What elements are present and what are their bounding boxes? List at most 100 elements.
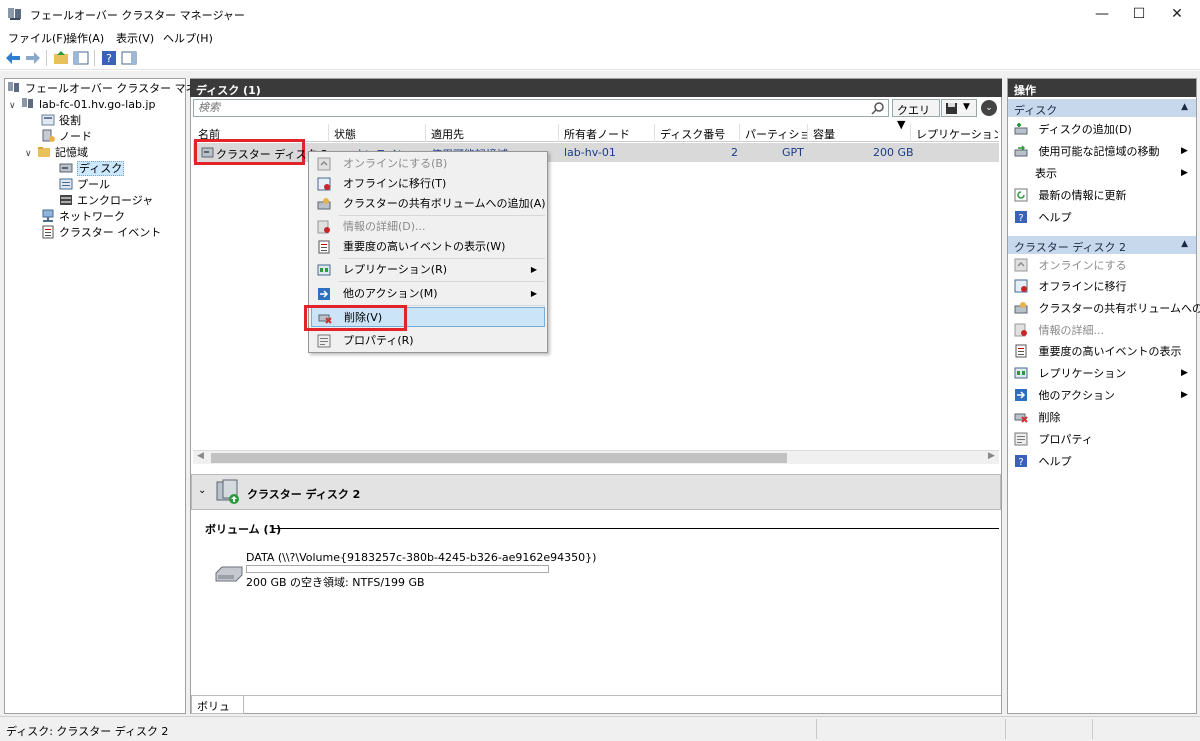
action-more-actions[interactable]: 他のアクション bbox=[1014, 387, 1115, 405]
action-help[interactable]: ? ヘルプ bbox=[1014, 209, 1072, 227]
volume-name[interactable]: DATA (\\?\Volume{9183257c-380b-4245-b326… bbox=[246, 551, 596, 564]
add-to-csv-icon bbox=[1014, 302, 1028, 314]
collapse-chevron-icon[interactable]: ⌄ bbox=[198, 485, 206, 496]
storage-folder-icon bbox=[38, 147, 50, 157]
take-offline-icon bbox=[317, 177, 331, 191]
action-refresh[interactable]: 最新の情報に更新 bbox=[1014, 187, 1127, 205]
column-header-replication[interactable]: レプリケーションの… bbox=[916, 126, 998, 142]
tree-item-nodes[interactable]: ノード bbox=[41, 129, 92, 145]
action-delete[interactable]: 削除 bbox=[1014, 409, 1061, 427]
action-add-disk[interactable]: ディスクの追加(D) bbox=[1014, 121, 1132, 139]
scroll-left-icon[interactable]: ◀ bbox=[197, 451, 204, 461]
collapse-caret-icon[interactable]: ▲ bbox=[1181, 239, 1188, 249]
column-header-partition[interactable]: パーティショ… bbox=[745, 126, 807, 142]
menu-view[interactable]: 表示(V) bbox=[116, 30, 154, 46]
cluster-disk-icon bbox=[216, 479, 239, 504]
query-button[interactable]: クエリ ▼ bbox=[892, 99, 940, 131]
column-separator bbox=[425, 124, 426, 142]
action-bring-online[interactable]: オンラインにする bbox=[1014, 257, 1127, 275]
action-details[interactable]: 情報の詳細... bbox=[1014, 322, 1104, 340]
disks-pane-header: ディスク (1) bbox=[190, 79, 1002, 97]
action-label: レプリケーション bbox=[1038, 367, 1127, 380]
search-input[interactable] bbox=[193, 99, 889, 117]
column-header-applies-to[interactable]: 適用先 bbox=[431, 126, 557, 142]
back-arrow-icon[interactable] bbox=[4, 49, 22, 67]
action-label: 情報の詳細... bbox=[1038, 324, 1105, 337]
tree-item-storage[interactable]: ∨ 記憶域 bbox=[25, 145, 88, 161]
search-bar: クエリ ▼ ▼ ⌄ bbox=[193, 99, 1001, 131]
chevron-down-icon[interactable]: ∨ bbox=[25, 146, 37, 162]
tree-item-enclosures[interactable]: エンクロージャ bbox=[59, 193, 153, 209]
menu-action[interactable]: 操作(A) bbox=[66, 30, 104, 46]
disk-icon bbox=[201, 147, 214, 158]
menu-item-details[interactable]: 情報の詳細(D)... bbox=[311, 217, 545, 237]
actions-group-cluster-disk[interactable]: クラスター ディスク 2 ▲ bbox=[1008, 236, 1196, 254]
close-button[interactable]: ✕ bbox=[1154, 0, 1200, 28]
chevron-down-icon[interactable]: ∨ bbox=[9, 98, 21, 114]
scrollbar-thumb[interactable] bbox=[211, 453, 787, 463]
column-header-status[interactable]: 状態 bbox=[334, 126, 424, 142]
roles-icon bbox=[41, 114, 55, 126]
svg-text:?: ? bbox=[1018, 457, 1023, 468]
event-log-icon bbox=[318, 240, 330, 254]
bring-online-icon bbox=[1014, 258, 1028, 272]
menu-item-replication[interactable]: レプリケーション(R) ▶ bbox=[311, 260, 545, 280]
menu-item-critical-events[interactable]: 重要度の高いイベントの表示(W) bbox=[311, 237, 545, 257]
title-bar: フェールオーバー クラスター マネージャー — ☐ ✕ bbox=[0, 0, 1200, 28]
menu-file[interactable]: ファイル(F) bbox=[8, 30, 67, 46]
tree-item-networks[interactable]: ネットワーク bbox=[41, 209, 125, 225]
show-hide-action-pane-icon[interactable] bbox=[120, 49, 138, 67]
action-take-offline[interactable]: オフラインに移行 bbox=[1014, 278, 1127, 296]
action-label: ヘルプ bbox=[1038, 211, 1072, 224]
menu-item-add-to-csv[interactable]: クラスターの共有ボリュームへの追加(A) bbox=[311, 194, 546, 214]
tree-label: 役割 bbox=[59, 114, 81, 127]
action-critical-events[interactable]: 重要度の高いイベントの表示 bbox=[1014, 343, 1182, 361]
refresh-icon bbox=[1014, 188, 1028, 202]
navigation-tree: フェールオーバー クラスター マネージャー ∨ lab-fc-01.hv.go-l… bbox=[4, 78, 240, 714]
menu-help[interactable]: ヘルプ(H) bbox=[163, 30, 213, 46]
column-header-owner-node[interactable]: 所有者ノード bbox=[564, 126, 654, 142]
toolbar-separator bbox=[94, 50, 95, 66]
help-icon[interactable]: ? bbox=[100, 49, 118, 67]
action-properties[interactable]: プロパティ bbox=[1014, 431, 1093, 449]
collapse-caret-icon[interactable]: ▲ bbox=[1181, 102, 1188, 112]
action-add-to-csv[interactable]: クラスターの共有ボリュームへの... bbox=[1014, 300, 1200, 318]
action-view[interactable]: 表示 bbox=[1035, 165, 1057, 183]
action-label: 使用可能な記憶域の移動 bbox=[1038, 145, 1160, 158]
actions-group-disks[interactable]: ディスク ▲ bbox=[1008, 99, 1196, 117]
menu-item-take-offline[interactable]: オフラインに移行(T) bbox=[311, 174, 545, 194]
search-icon[interactable] bbox=[871, 101, 885, 115]
move-storage-icon bbox=[1014, 145, 1028, 157]
menu-item-label: オフラインに移行(T) bbox=[343, 177, 447, 190]
folder-up-icon[interactable] bbox=[52, 49, 70, 67]
submenu-arrow-icon: ▶ bbox=[1181, 368, 1188, 378]
expand-icon[interactable]: ⌄ bbox=[981, 100, 997, 116]
menu-item-bring-online[interactable]: オンラインにする(B) bbox=[311, 154, 545, 174]
action-label: オフラインに移行 bbox=[1038, 280, 1127, 293]
horizontal-scrollbar[interactable]: ◀ ▶ bbox=[193, 450, 999, 464]
tree-item-cluster[interactable]: ∨ lab-fc-01.hv.go-lab.jp bbox=[9, 97, 155, 113]
tab-volumes[interactable]: ボリューム bbox=[191, 696, 244, 729]
menu-item-properties[interactable]: プロパティ(R) bbox=[311, 331, 545, 351]
save-query-button[interactable]: ▼ bbox=[941, 99, 977, 117]
action-move-available-storage[interactable]: 使用可能な記憶域の移動 bbox=[1014, 143, 1160, 161]
tree-item-roles[interactable]: 役割 bbox=[41, 113, 81, 129]
column-separator bbox=[654, 124, 655, 142]
action-help-2[interactable]: ? ヘルプ bbox=[1014, 453, 1072, 471]
show-hide-tree-icon[interactable] bbox=[72, 49, 90, 67]
column-separator bbox=[739, 124, 740, 142]
column-header-capacity[interactable]: 容量 bbox=[813, 126, 909, 142]
scroll-right-icon[interactable]: ▶ bbox=[988, 451, 995, 461]
tree-item-disks[interactable]: ディスク bbox=[59, 161, 125, 177]
tree-item-events[interactable]: クラスター イベント bbox=[41, 225, 161, 241]
menu-item-more-actions[interactable]: 他のアクション(M) ▶ bbox=[311, 284, 545, 304]
cell-capacity: 200 GB bbox=[873, 146, 914, 159]
actions-group-label: クラスター ディスク 2 bbox=[1014, 241, 1127, 254]
tree-item-pools[interactable]: プール bbox=[59, 177, 110, 193]
cluster-manager-icon bbox=[8, 82, 19, 92]
action-label: 最新の情報に更新 bbox=[1038, 189, 1127, 202]
tree-label: クラスター イベント bbox=[59, 226, 162, 239]
forward-arrow-icon[interactable] bbox=[24, 49, 42, 67]
action-replication[interactable]: レプリケーション bbox=[1014, 365, 1126, 383]
column-header-disk-number[interactable]: ディスク番号 bbox=[660, 126, 738, 142]
